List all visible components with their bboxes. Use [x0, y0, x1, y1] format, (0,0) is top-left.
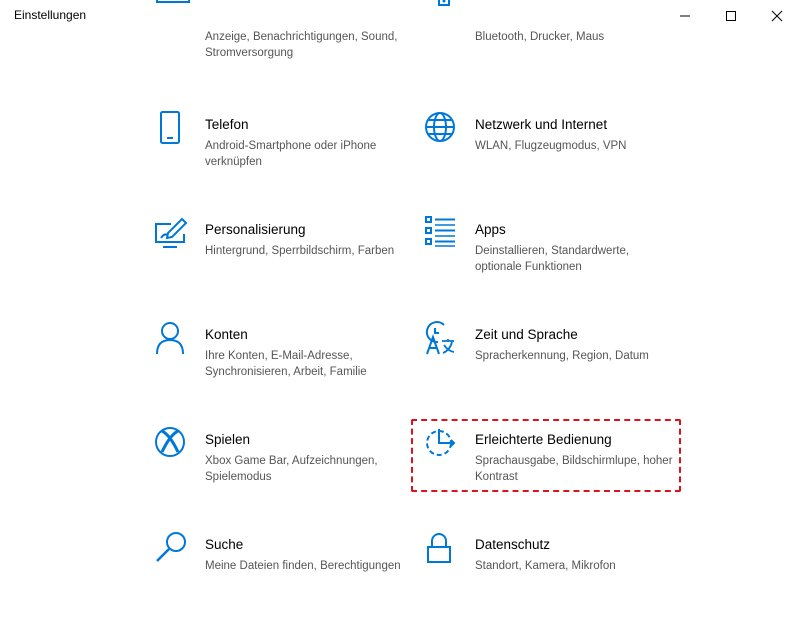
time-language-icon — [425, 321, 461, 357]
item-description: Bluetooth, Drucker, Maus — [475, 31, 605, 43]
lock-icon — [425, 531, 461, 567]
settings-item-devices[interactable]: Bluetooth, Drucker, Maus — [425, 0, 675, 82]
item-name: Personalisierung — [205, 222, 306, 237]
item-description: Spracherkennung, Region, Datum — [475, 350, 649, 362]
maximize-button[interactable] — [708, 0, 754, 31]
item-name: Spielen — [205, 432, 251, 447]
item-name: Zeit und Sprache — [475, 327, 578, 342]
item-name: Datenschutz — [475, 537, 551, 552]
person-icon — [155, 321, 191, 357]
settings-item-gaming[interactable]: Spielen Xbox Game Bar, Aufzeichnungen, S… — [155, 426, 405, 506]
item-description: Xbox Game Bar, Aufzeichnungen, Spielemod… — [205, 455, 378, 483]
personalization-icon — [155, 216, 191, 252]
phone-icon — [155, 111, 191, 147]
close-button[interactable] — [754, 0, 791, 31]
item-name: Telefon — [205, 117, 249, 132]
minimize-icon — [680, 15, 690, 16]
settings-item-system[interactable]: Anzeige, Benachrichtigungen, Sound, Stro… — [155, 0, 405, 82]
item-name: Suche — [205, 537, 244, 552]
item-description: WLAN, Flugzeugmodus, VPN — [475, 140, 627, 152]
item-name: Apps — [475, 222, 506, 237]
display-icon — [155, 0, 191, 26]
item-description: Meine Dateien finden, Berechtigungen — [205, 560, 401, 572]
search-icon — [155, 531, 191, 567]
settings-item-personalization[interactable]: Personalisierung Hintergrund, Sperrbilds… — [155, 216, 405, 296]
item-description: Anzeige, Benachrichtigungen, Sound, Stro… — [205, 31, 398, 59]
item-description: Ihre Konten, E-Mail-Adresse, Synchronisi… — [205, 350, 367, 378]
settings-item-time-language[interactable]: Zeit und Sprache Spracherkennung, Region… — [425, 321, 675, 401]
xbox-icon — [155, 426, 191, 462]
item-name: Konten — [205, 327, 248, 342]
item-name: Netzwerk und Internet — [475, 117, 608, 132]
settings-item-search[interactable]: Suche Meine Dateien finden, Berechtigung… — [155, 531, 405, 611]
settings-item-phone[interactable]: Telefon Android-Smartphone oder iPhone v… — [155, 111, 405, 191]
settings-item-privacy[interactable]: Datenschutz Standort, Kamera, Mikrofon — [425, 531, 675, 611]
settings-item-apps[interactable]: Apps Deinstallieren, Standardwerte, opti… — [425, 216, 675, 296]
settings-item-accounts[interactable]: Konten Ihre Konten, E-Mail-Adresse, Sync… — [155, 321, 405, 401]
window-title: Einstellungen — [14, 8, 87, 22]
highlight-box — [411, 419, 681, 492]
item-description: Standort, Kamera, Mikrofon — [475, 560, 616, 572]
maximize-icon — [726, 10, 736, 21]
globe-icon — [425, 111, 461, 147]
item-description: Deinstallieren, Standardwerte, optionale… — [475, 245, 630, 273]
item-description: Android-Smartphone oder iPhone verknüpfe… — [205, 140, 377, 168]
item-description: Hintergrund, Sperrbildschirm, Farben — [205, 245, 395, 257]
close-icon — [771, 10, 783, 21]
apps-icon — [425, 216, 461, 252]
settings-item-network[interactable]: Netzwerk und Internet WLAN, Flugzeugmodu… — [425, 111, 675, 191]
devices-icon — [425, 0, 461, 26]
